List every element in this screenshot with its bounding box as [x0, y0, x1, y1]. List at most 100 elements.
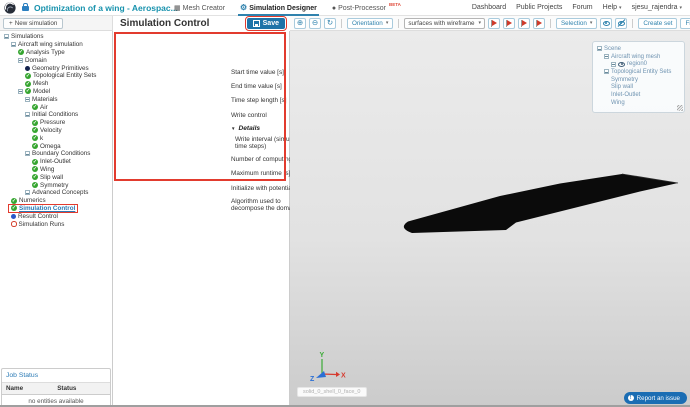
- fit-view-button[interactable]: ↻: [324, 17, 336, 29]
- top-link-help[interactable]: Help ▾: [603, 4, 622, 11]
- create-set-label: Create set: [643, 19, 673, 27]
- tree-item-result-control[interactable]: Result Control: [0, 212, 112, 220]
- tree-item-geometry-primitives[interactable]: Geometry Primitives: [0, 64, 112, 72]
- report-issue-button[interactable]: ! Report an issue: [623, 392, 687, 404]
- section-label: Details: [238, 124, 261, 132]
- tree-item-aircraft-wing-simulation[interactable]: Aircraft wing simulation: [0, 41, 112, 49]
- top-link-public-projects[interactable]: Public Projects: [516, 4, 562, 11]
- zoom-in-icon: ⊕: [296, 18, 304, 28]
- column-header-status: Status: [57, 385, 77, 392]
- tree-item-slip-wall[interactable]: Slip wall: [0, 173, 112, 181]
- clip-plane-z-button[interactable]: [517, 17, 530, 29]
- scene-item-label: Slip wall: [611, 84, 634, 91]
- tree-item-pressure[interactable]: Pressure: [0, 119, 112, 127]
- scene-item-wing[interactable]: Wing: [597, 99, 680, 107]
- check-icon: [25, 72, 31, 79]
- tree-item-label: Aircraft wing simulation: [18, 41, 83, 49]
- tree-item-velocity[interactable]: Velocity: [0, 127, 112, 135]
- tree-item-symmetry[interactable]: Symmetry: [0, 181, 112, 189]
- check-icon: [32, 127, 38, 134]
- tree-item-label: Boundary Conditions: [32, 150, 91, 158]
- new-simulation-button[interactable]: + New simulation: [3, 17, 64, 29]
- plus-icon: +: [9, 19, 13, 27]
- zoom-out-button[interactable]: ⊖: [309, 17, 321, 29]
- filter-label: Filter: [685, 19, 690, 27]
- tree-item-label: Omega: [40, 142, 61, 150]
- create-set-button[interactable]: Create set: [638, 17, 678, 29]
- tree-item-materials[interactable]: Materials: [0, 95, 112, 103]
- scene-item-slip-wall[interactable]: Slip wall: [597, 83, 680, 91]
- scene-item-scene[interactable]: Scene: [597, 45, 680, 53]
- scene-item-symmetry[interactable]: Symmetry: [597, 76, 680, 84]
- tab-simulation-designer[interactable]: ⚙ Simulation Designer: [238, 0, 319, 16]
- simulation-tree: SimulationsAircraft wing simulationAnaly…: [0, 31, 112, 228]
- clip-plane-y-icon: [504, 19, 513, 28]
- scene-item-topological-entity-sets[interactable]: Topological Entity Sets: [597, 68, 680, 76]
- scene-item-label: Wing: [611, 99, 625, 106]
- check-icon: [18, 49, 24, 56]
- tree-item-label: Geometry Primitives: [32, 64, 89, 72]
- tree-item-analysis-type[interactable]: Analysis Type: [0, 49, 112, 57]
- tab-mesh-creator[interactable]: ▦ Mesh Creator: [172, 0, 227, 16]
- tree-item-initial-conditions[interactable]: Initial Conditions: [0, 111, 112, 119]
- save-label: Save: [262, 20, 279, 27]
- check-icon: [32, 174, 38, 181]
- tree-item-inlet-outlet[interactable]: Inlet-Outlet: [0, 158, 112, 166]
- post-processor-dot-icon: ●: [331, 4, 337, 12]
- orientation-button[interactable]: Orientation ▾: [347, 17, 394, 29]
- toolbar-divider: [549, 18, 551, 28]
- zoom-in-button[interactable]: ⊕: [294, 17, 306, 29]
- tab-post-processor[interactable]: ● Post-Processor BETA: [330, 0, 403, 16]
- render-mode-select[interactable]: surfaces with wireframe ▾: [404, 17, 485, 29]
- tree-item-domain[interactable]: Domain: [0, 56, 112, 64]
- 3d-viewport[interactable]: Scene Aircraft wing mesh region0 Topologica…: [290, 31, 690, 405]
- top-link-forum[interactable]: Forum: [572, 4, 592, 11]
- chevron-down-icon: ▾: [385, 20, 389, 26]
- tree-item-label: Pressure: [40, 119, 66, 127]
- tab-label: Simulation Designer: [249, 4, 317, 12]
- tree-item-advanced-concepts[interactable]: Advanced Concepts: [0, 189, 112, 197]
- clip-plane-x-button[interactable]: [487, 17, 500, 29]
- tree-item-mesh[interactable]: Mesh: [0, 80, 112, 88]
- clip-plane-y-button[interactable]: [502, 17, 515, 29]
- selection-button[interactable]: Selection ▾: [555, 17, 598, 29]
- tree-item-model[interactable]: Model: [0, 88, 112, 96]
- job-status-columns: Name Status: [2, 383, 110, 395]
- tree-item-inner: Geometry Primitives: [23, 65, 91, 72]
- filter-button[interactable]: Filter ▾: [680, 17, 690, 29]
- workflow-tabs: ▦ Mesh Creator ⚙ Simulation Designer ● Post-P…: [172, 0, 403, 16]
- collapse-icon: [25, 151, 30, 157]
- tree-item-wing[interactable]: Wing: [0, 166, 112, 174]
- scene-item-label: Aircraft wing mesh: [611, 53, 661, 60]
- tree-item-simulations[interactable]: Simulations: [0, 33, 112, 41]
- tree-item-k[interactable]: k: [0, 134, 112, 142]
- collapse-icon: [25, 190, 30, 196]
- check-icon: [32, 182, 38, 189]
- clip-plane-custom-button[interactable]: [532, 17, 545, 29]
- tree-item-simulation-runs[interactable]: Simulation Runs: [0, 220, 112, 228]
- tree-item-omega[interactable]: Omega: [0, 142, 112, 150]
- tree-item-label: Advanced Concepts: [32, 189, 89, 197]
- scene-item-inlet-outlet[interactable]: Inlet-Outlet: [597, 91, 680, 99]
- tree-item-numerics[interactable]: Numerics: [0, 197, 112, 205]
- tree-item-topological-entity-sets[interactable]: Topological Entity Sets: [0, 72, 112, 80]
- check-icon: [11, 205, 17, 212]
- job-status-title[interactable]: Job Status: [2, 369, 110, 383]
- save-button[interactable]: Save: [244, 16, 288, 31]
- tree-item-label: Mesh: [33, 80, 49, 88]
- top-link-dashboard[interactable]: Dashboard: [472, 4, 506, 11]
- scene-item-label: Scene: [604, 45, 622, 52]
- tree-item-boundary-conditions[interactable]: Boundary Conditions: [0, 150, 112, 158]
- top-link-sjesu-rajendra[interactable]: sjesu_rajendra ▾: [632, 4, 682, 11]
- tree-item-simulation-control[interactable]: Simulation Control: [0, 203, 112, 213]
- scene-item-aircraft-wing-mesh[interactable]: Aircraft wing mesh: [597, 53, 680, 61]
- hide-selected-button[interactable]: [615, 17, 628, 29]
- show-selected-button[interactable]: [600, 17, 613, 29]
- scene-item-label: Symmetry: [611, 76, 638, 83]
- save-disk-icon: [252, 20, 260, 27]
- tree-item-inner: Domain: [16, 57, 49, 64]
- tree-item-air[interactable]: Air: [0, 103, 112, 111]
- scene-item-region0[interactable]: region0: [597, 60, 680, 68]
- link-label: Help: [602, 4, 618, 11]
- tree-item-inner: Topological Entity Sets: [23, 72, 98, 79]
